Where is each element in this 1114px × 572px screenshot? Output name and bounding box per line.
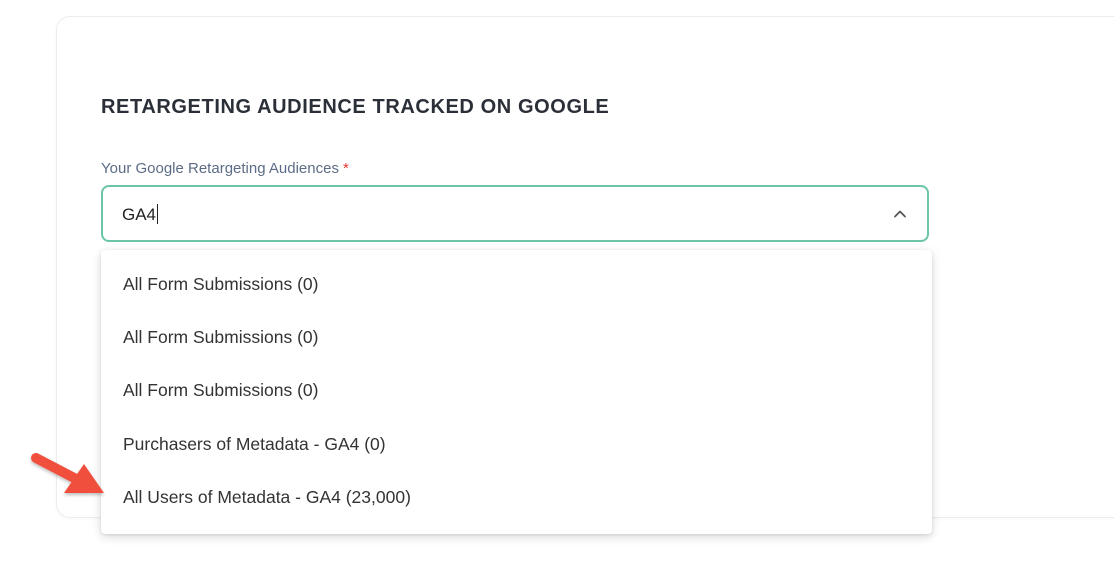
dropdown-option-5[interactable]: All Users of Metadata - GA4 (23,000) bbox=[123, 487, 411, 508]
audience-select-input[interactable]: GA4 bbox=[101, 185, 929, 242]
chevron-up-icon[interactable] bbox=[891, 205, 909, 223]
dropdown-option-2[interactable]: All Form Submissions (0) bbox=[123, 327, 318, 348]
search-text-value: GA4 bbox=[122, 205, 157, 224]
dropdown-option-1[interactable]: All Form Submissions (0) bbox=[123, 274, 318, 295]
field-label: Your Google Retargeting Audiences * bbox=[101, 160, 349, 177]
field-label-text: Your Google Retargeting Audiences bbox=[101, 160, 339, 177]
red-arrow-icon bbox=[31, 453, 104, 493]
text-cursor bbox=[157, 204, 159, 224]
dropdown-option-3[interactable]: All Form Submissions (0) bbox=[123, 380, 318, 401]
section-title: RETARGETING AUDIENCE TRACKED ON GOOGLE bbox=[101, 96, 610, 118]
required-indicator: * bbox=[342, 160, 349, 177]
dropdown-option-4[interactable]: Purchasers of Metadata - GA4 (0) bbox=[123, 434, 386, 455]
search-text[interactable]: GA4 bbox=[122, 204, 159, 225]
audience-dropdown-menu: All Form Submissions (0) All Form Submis… bbox=[101, 250, 932, 534]
